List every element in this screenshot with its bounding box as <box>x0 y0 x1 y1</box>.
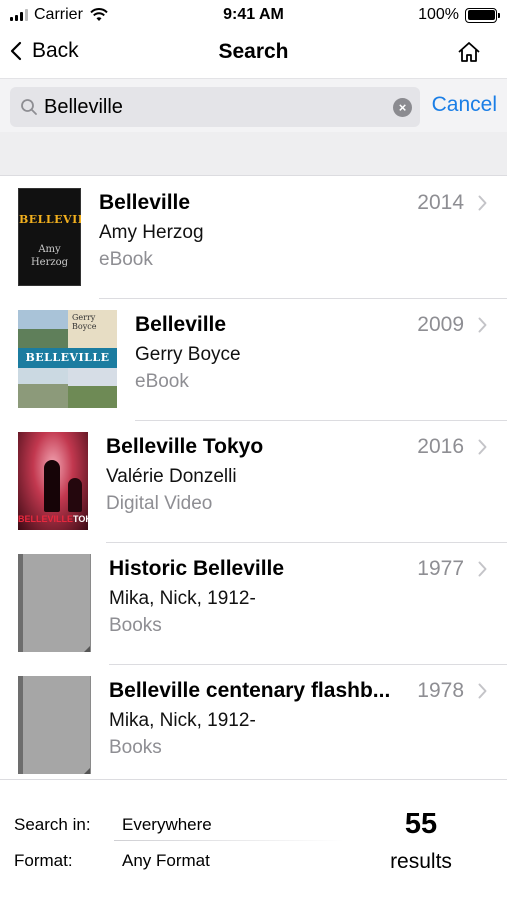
battery-icon <box>465 7 500 23</box>
search-bar: × Cancel <box>0 78 507 132</box>
list-item[interactable]: BELLEVILLE Amy Herzog Belleville Amy Her… <box>0 177 507 299</box>
filter-panel: Search in: Everywhere Format: Any Format… <box>0 779 507 900</box>
item-year: 1977 <box>417 557 464 580</box>
video-cover: BELLEVILLETOKYO <box>18 432 88 530</box>
results-count: 55 <box>404 808 438 840</box>
home-icon <box>458 42 480 62</box>
chevron-right-icon <box>478 439 487 455</box>
search-field[interactable]: × <box>10 87 420 127</box>
item-author: Mika, Nick, 1912- <box>109 588 256 609</box>
list-item[interactable]: Historic Belleville Mika, Nick, 1912- Bo… <box>0 543 507 665</box>
section-spacer <box>0 132 507 176</box>
cover-author: Gerry Boyce <box>72 313 97 331</box>
results-label: results <box>390 850 452 873</box>
cover-author: Amy Herzog <box>30 244 69 268</box>
item-title: Historic Belleville <box>109 557 285 580</box>
item-year: 1978 <box>417 679 464 702</box>
item-year: 2014 <box>417 191 464 214</box>
list-item[interactable]: Gerry Boyce BELLEVILLE Belleville Gerry … <box>0 299 507 421</box>
item-format: Digital Video <box>106 493 213 514</box>
list-item[interactable]: BELLEVILLETOKYO Belleville Tokyo Valérie… <box>0 421 507 543</box>
item-format: Books <box>109 615 162 636</box>
chevron-right-icon <box>478 561 487 577</box>
home-button[interactable] <box>457 41 481 68</box>
search-in-label: Search in: <box>14 815 91 834</box>
chevron-right-icon <box>478 683 487 699</box>
book-cover: BELLEVILLE Amy Herzog <box>18 188 81 286</box>
item-title: Belleville <box>99 191 191 214</box>
item-author: Gerry Boyce <box>135 344 241 365</box>
filter-divider <box>114 840 344 841</box>
cover-title: BELLEVILLE <box>18 348 117 368</box>
book-cover <box>18 676 91 774</box>
search-input[interactable] <box>44 93 384 121</box>
item-format: Books <box>109 737 162 758</box>
status-bar: Carrier 9:41 AM 100% <box>0 0 507 30</box>
page-title: Search <box>218 40 289 63</box>
item-year: 2016 <box>417 435 464 458</box>
navigation-bar: Back Search <box>0 30 507 78</box>
item-format: eBook <box>135 371 189 392</box>
status-right: 100% <box>418 6 500 24</box>
format-label: Format: <box>14 851 73 870</box>
list-item[interactable]: Belleville centenary flashb... Mika, Nic… <box>0 665 507 787</box>
cover-title: BELLEVILLE <box>19 213 81 226</box>
chevron-right-icon <box>478 317 487 333</box>
cover-title: BELLEVILLETOKYO <box>18 514 88 524</box>
item-title: Belleville Tokyo <box>106 435 264 458</box>
battery-percent: 100% <box>418 6 459 23</box>
item-author: Amy Herzog <box>99 222 204 243</box>
item-author: Valérie Donzelli <box>106 466 237 487</box>
item-title: Belleville centenary flashb... <box>109 679 391 702</box>
cancel-button[interactable]: Cancel <box>432 93 497 117</box>
chevron-right-icon <box>478 195 487 211</box>
format-selector[interactable]: Any Format <box>122 851 210 871</box>
book-cover: Gerry Boyce BELLEVILLE <box>18 310 117 408</box>
item-format: eBook <box>99 249 153 270</box>
item-year: 2009 <box>417 313 464 336</box>
item-author: Mika, Nick, 1912- <box>109 710 256 731</box>
clear-icon: × <box>398 100 407 115</box>
clear-search-button[interactable]: × <box>393 98 412 117</box>
search-in-selector[interactable]: Everywhere <box>122 815 212 835</box>
book-cover <box>18 554 91 652</box>
search-icon <box>21 99 37 115</box>
item-title: Belleville <box>135 313 227 336</box>
